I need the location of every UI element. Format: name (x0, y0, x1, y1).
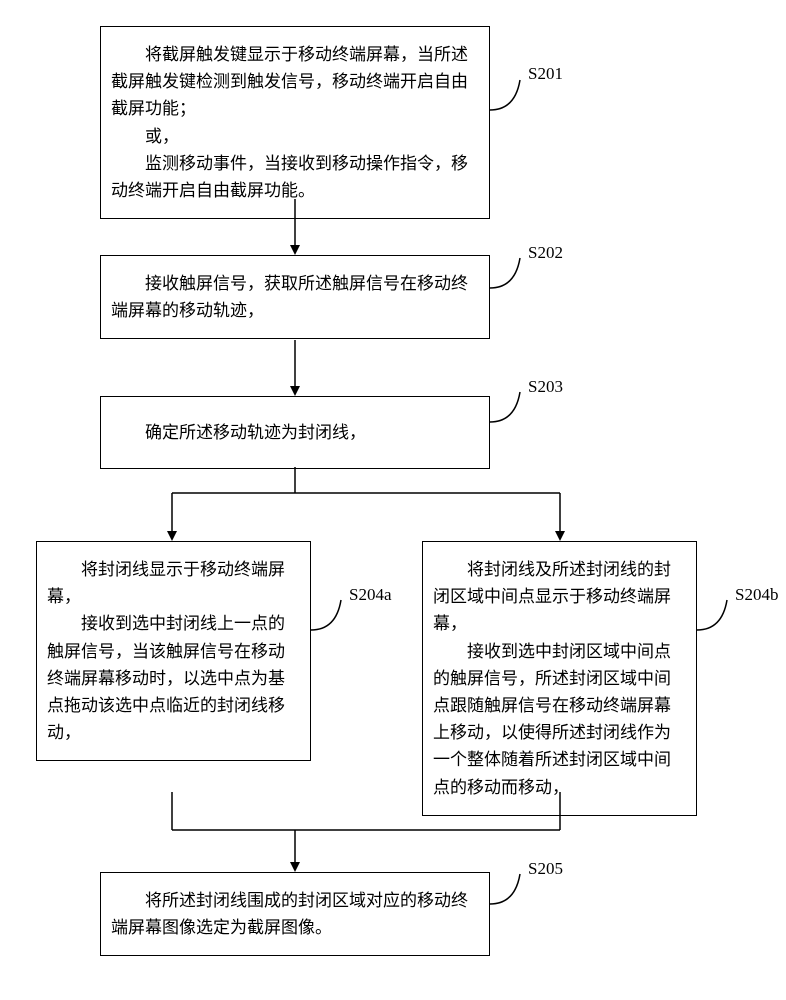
step-label-s204a: S204a (349, 585, 392, 605)
leader-s204b (697, 600, 747, 640)
node-text: 将封闭线及所述封闭线的封闭区域中间点显示于移动终端屏幕， (433, 556, 686, 638)
branch-s203 (0, 467, 786, 545)
step-label-s203: S203 (528, 377, 563, 397)
flow-node-s201: 将截屏触发键显示于移动终端屏幕，当所述截屏触发键检测到触发信号，移动终端开启自由… (100, 26, 490, 219)
arrow-s202-s203 (290, 340, 300, 396)
node-text: 将所述封闭线围成的封闭区域对应的移动终端屏幕图像选定为截屏图像。 (111, 887, 479, 941)
node-text: 接收到选中封闭线上一点的触屏信号，当该触屏信号在移动终端屏幕移动时，以选中点为基… (47, 610, 300, 746)
leader-s201 (490, 80, 540, 120)
flow-node-s204a: 将封闭线显示于移动终端屏幕， 接收到选中封闭线上一点的触屏信号，当该触屏信号在移… (36, 541, 311, 761)
node-text: 确定所述移动轨迹为封闭线， (111, 419, 479, 446)
node-text: 接收触屏信号，获取所述触屏信号在移动终端屏幕的移动轨迹， (111, 270, 479, 324)
leader-s202 (490, 258, 540, 298)
flow-node-s203: 确定所述移动轨迹为封闭线， (100, 396, 490, 469)
leader-s203 (490, 392, 540, 432)
step-label-s201: S201 (528, 64, 563, 84)
step-label-s204b: S204b (735, 585, 778, 605)
flow-node-s202: 接收触屏信号，获取所述触屏信号在移动终端屏幕的移动轨迹， (100, 255, 490, 339)
node-text: 或， (111, 123, 479, 150)
flow-node-s205: 将所述封闭线围成的封闭区域对应的移动终端屏幕图像选定为截屏图像。 (100, 872, 490, 956)
leader-s204a (311, 600, 361, 640)
node-text: 将截屏触发键显示于移动终端屏幕，当所述截屏触发键检测到触发信号，移动终端开启自由… (111, 41, 479, 123)
node-text: 监测移动事件，当接收到移动操作指令，移动终端开启自由截屏功能。 (111, 150, 479, 204)
node-text: 将封闭线显示于移动终端屏幕， (47, 556, 300, 610)
leader-s205 (490, 874, 540, 914)
flow-node-s204b: 将封闭线及所述封闭线的封闭区域中间点显示于移动终端屏幕， 接收到选中封闭区域中间… (422, 541, 697, 816)
step-label-s205: S205 (528, 859, 563, 879)
step-label-s202: S202 (528, 243, 563, 263)
node-text: 接收到选中封闭区域中间点的触屏信号，所述封闭区域中间点跟随触屏信号在移动终端屏幕… (433, 638, 686, 801)
